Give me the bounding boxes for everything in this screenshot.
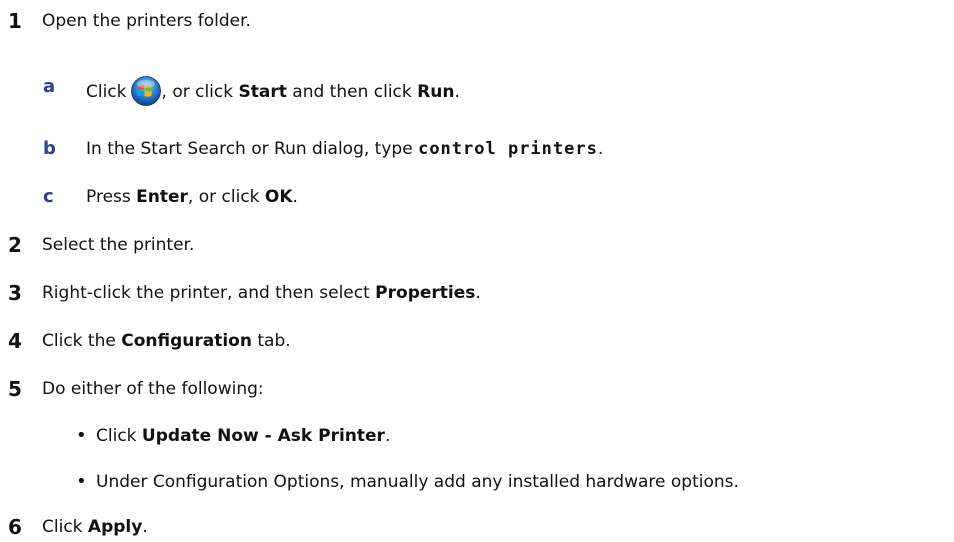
step-text: Click the Configuration tab.: [42, 331, 291, 351]
step-text: Select the printer.: [42, 235, 195, 255]
bullet-text: Click Update Now - Ask Printer.: [96, 426, 391, 446]
step-text: Click Apply.: [42, 517, 148, 537]
step-number: 1: [8, 9, 22, 33]
step-number: 4: [8, 329, 22, 353]
substep-text: In the Start Search or Run dialog, type …: [86, 139, 604, 159]
step-text: Right-click the printer, and then select…: [42, 283, 481, 303]
step-number: 6: [8, 515, 22, 539]
substep-text: Click , or click Start and then click Ru…: [86, 76, 460, 106]
substep-letter: a: [43, 76, 56, 97]
step-number: 2: [8, 233, 22, 257]
step-text: Open the printers folder.: [42, 11, 251, 31]
substep-letter: b: [43, 138, 56, 159]
bullet-icon: •: [76, 471, 87, 492]
substep-text: Press Enter, or click OK.: [86, 187, 298, 207]
substep-letter: c: [43, 186, 54, 207]
step-text: Do either of the following:: [42, 379, 264, 399]
step-number: 3: [8, 281, 22, 305]
step-number: 5: [8, 377, 22, 401]
bullet-icon: •: [76, 425, 87, 446]
windows-start-orb-icon: [130, 76, 161, 106]
command-text: control printers: [418, 139, 598, 159]
bullet-text: Under Configuration Options, manually ad…: [96, 472, 739, 492]
